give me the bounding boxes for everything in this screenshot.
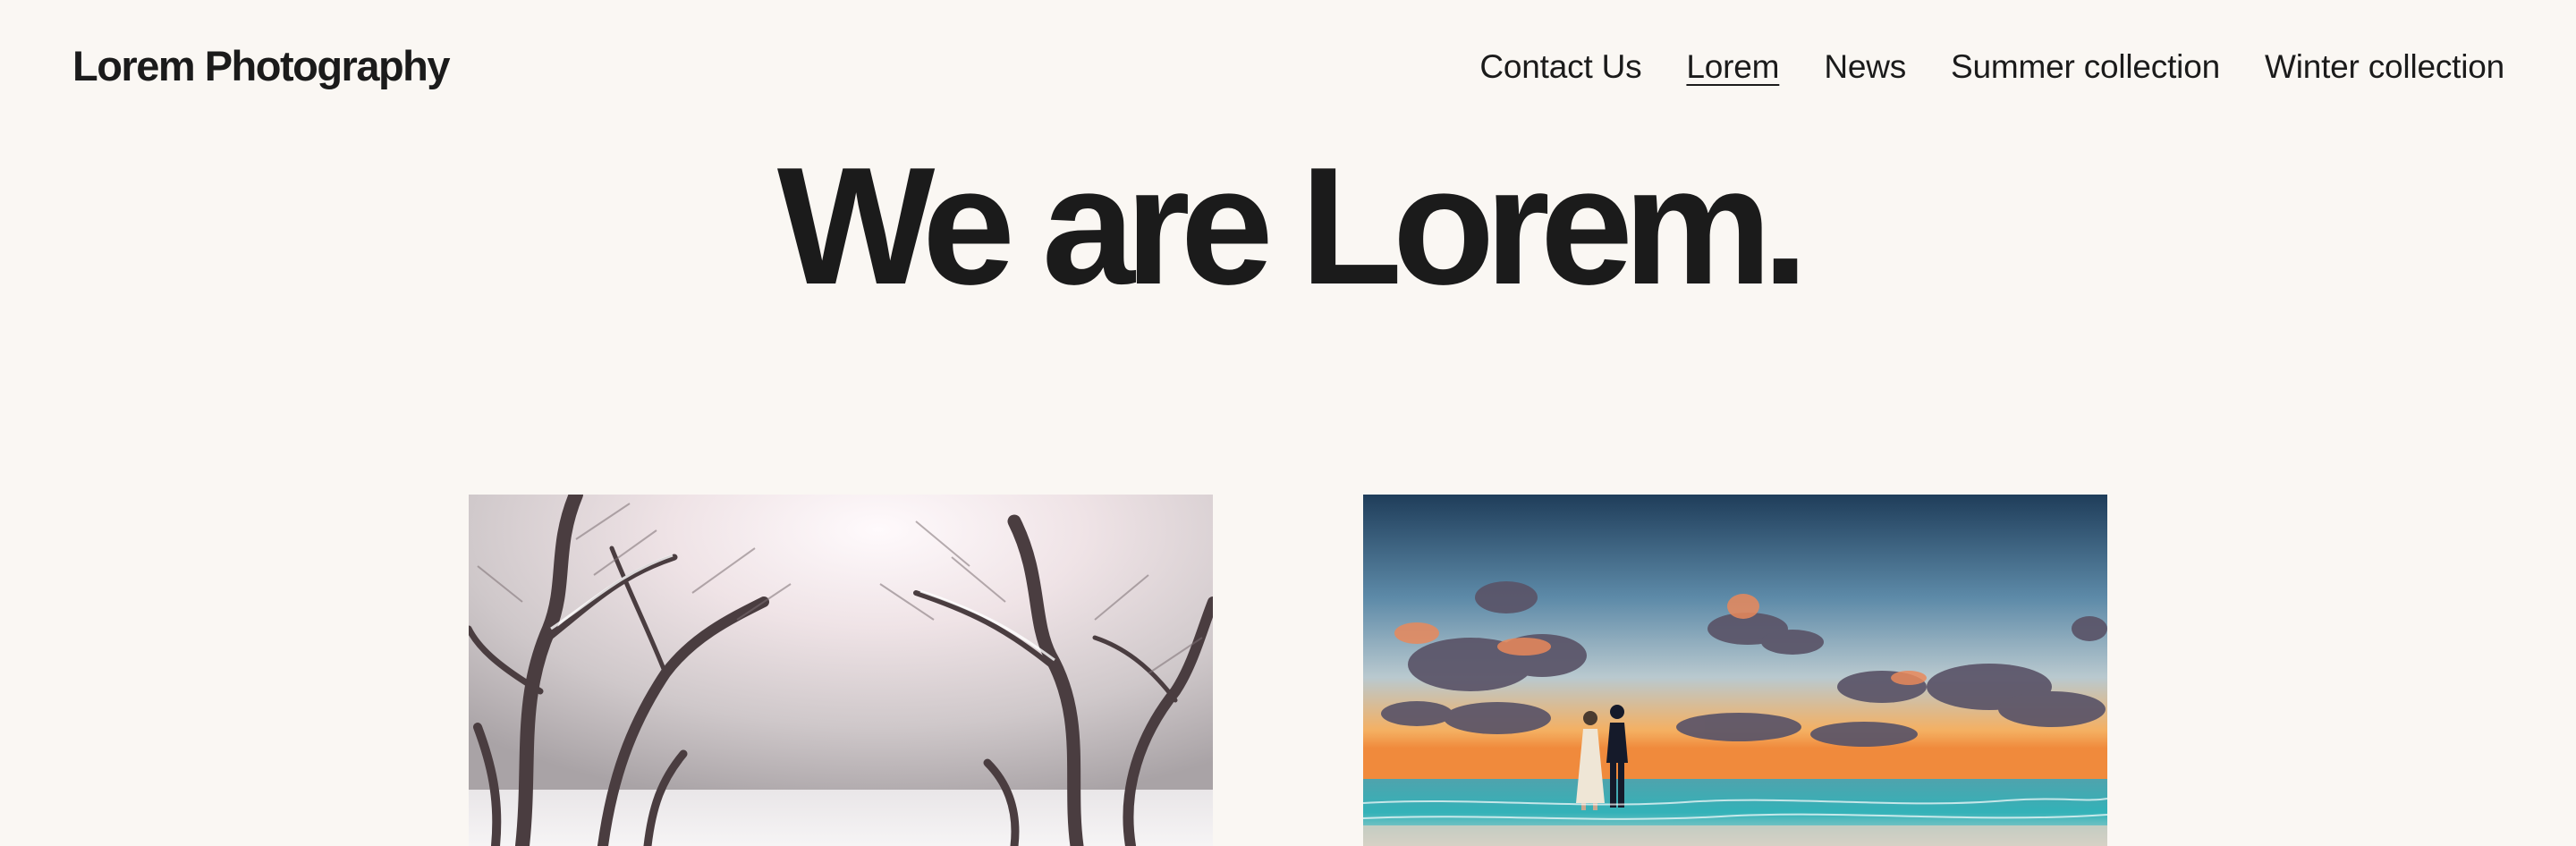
- main-navigation: Contact Us Lorem News Summer collection …: [1479, 48, 2504, 86]
- site-title-link[interactable]: Lorem Photography: [72, 41, 451, 90]
- site-header: Lorem Photography Contact Us Lorem News …: [0, 0, 2576, 143]
- beach-sunset-image: [1363, 495, 2107, 846]
- nav-item-contact-us[interactable]: Contact Us: [1479, 48, 1641, 86]
- nav-item-news[interactable]: News: [1824, 48, 1906, 86]
- photo-gallery: [0, 495, 2576, 846]
- nav-item-summer-collection[interactable]: Summer collection: [1951, 48, 2220, 86]
- beach-couple-photo[interactable]: [1363, 495, 2107, 846]
- nav-item-winter-collection[interactable]: Winter collection: [2265, 48, 2504, 86]
- winter-photo[interactable]: [469, 495, 1213, 846]
- winter-trees-image: [469, 495, 1213, 846]
- nav-item-lorem[interactable]: Lorem: [1686, 48, 1779, 86]
- hero-title: We are Lorem.: [776, 132, 1809, 319]
